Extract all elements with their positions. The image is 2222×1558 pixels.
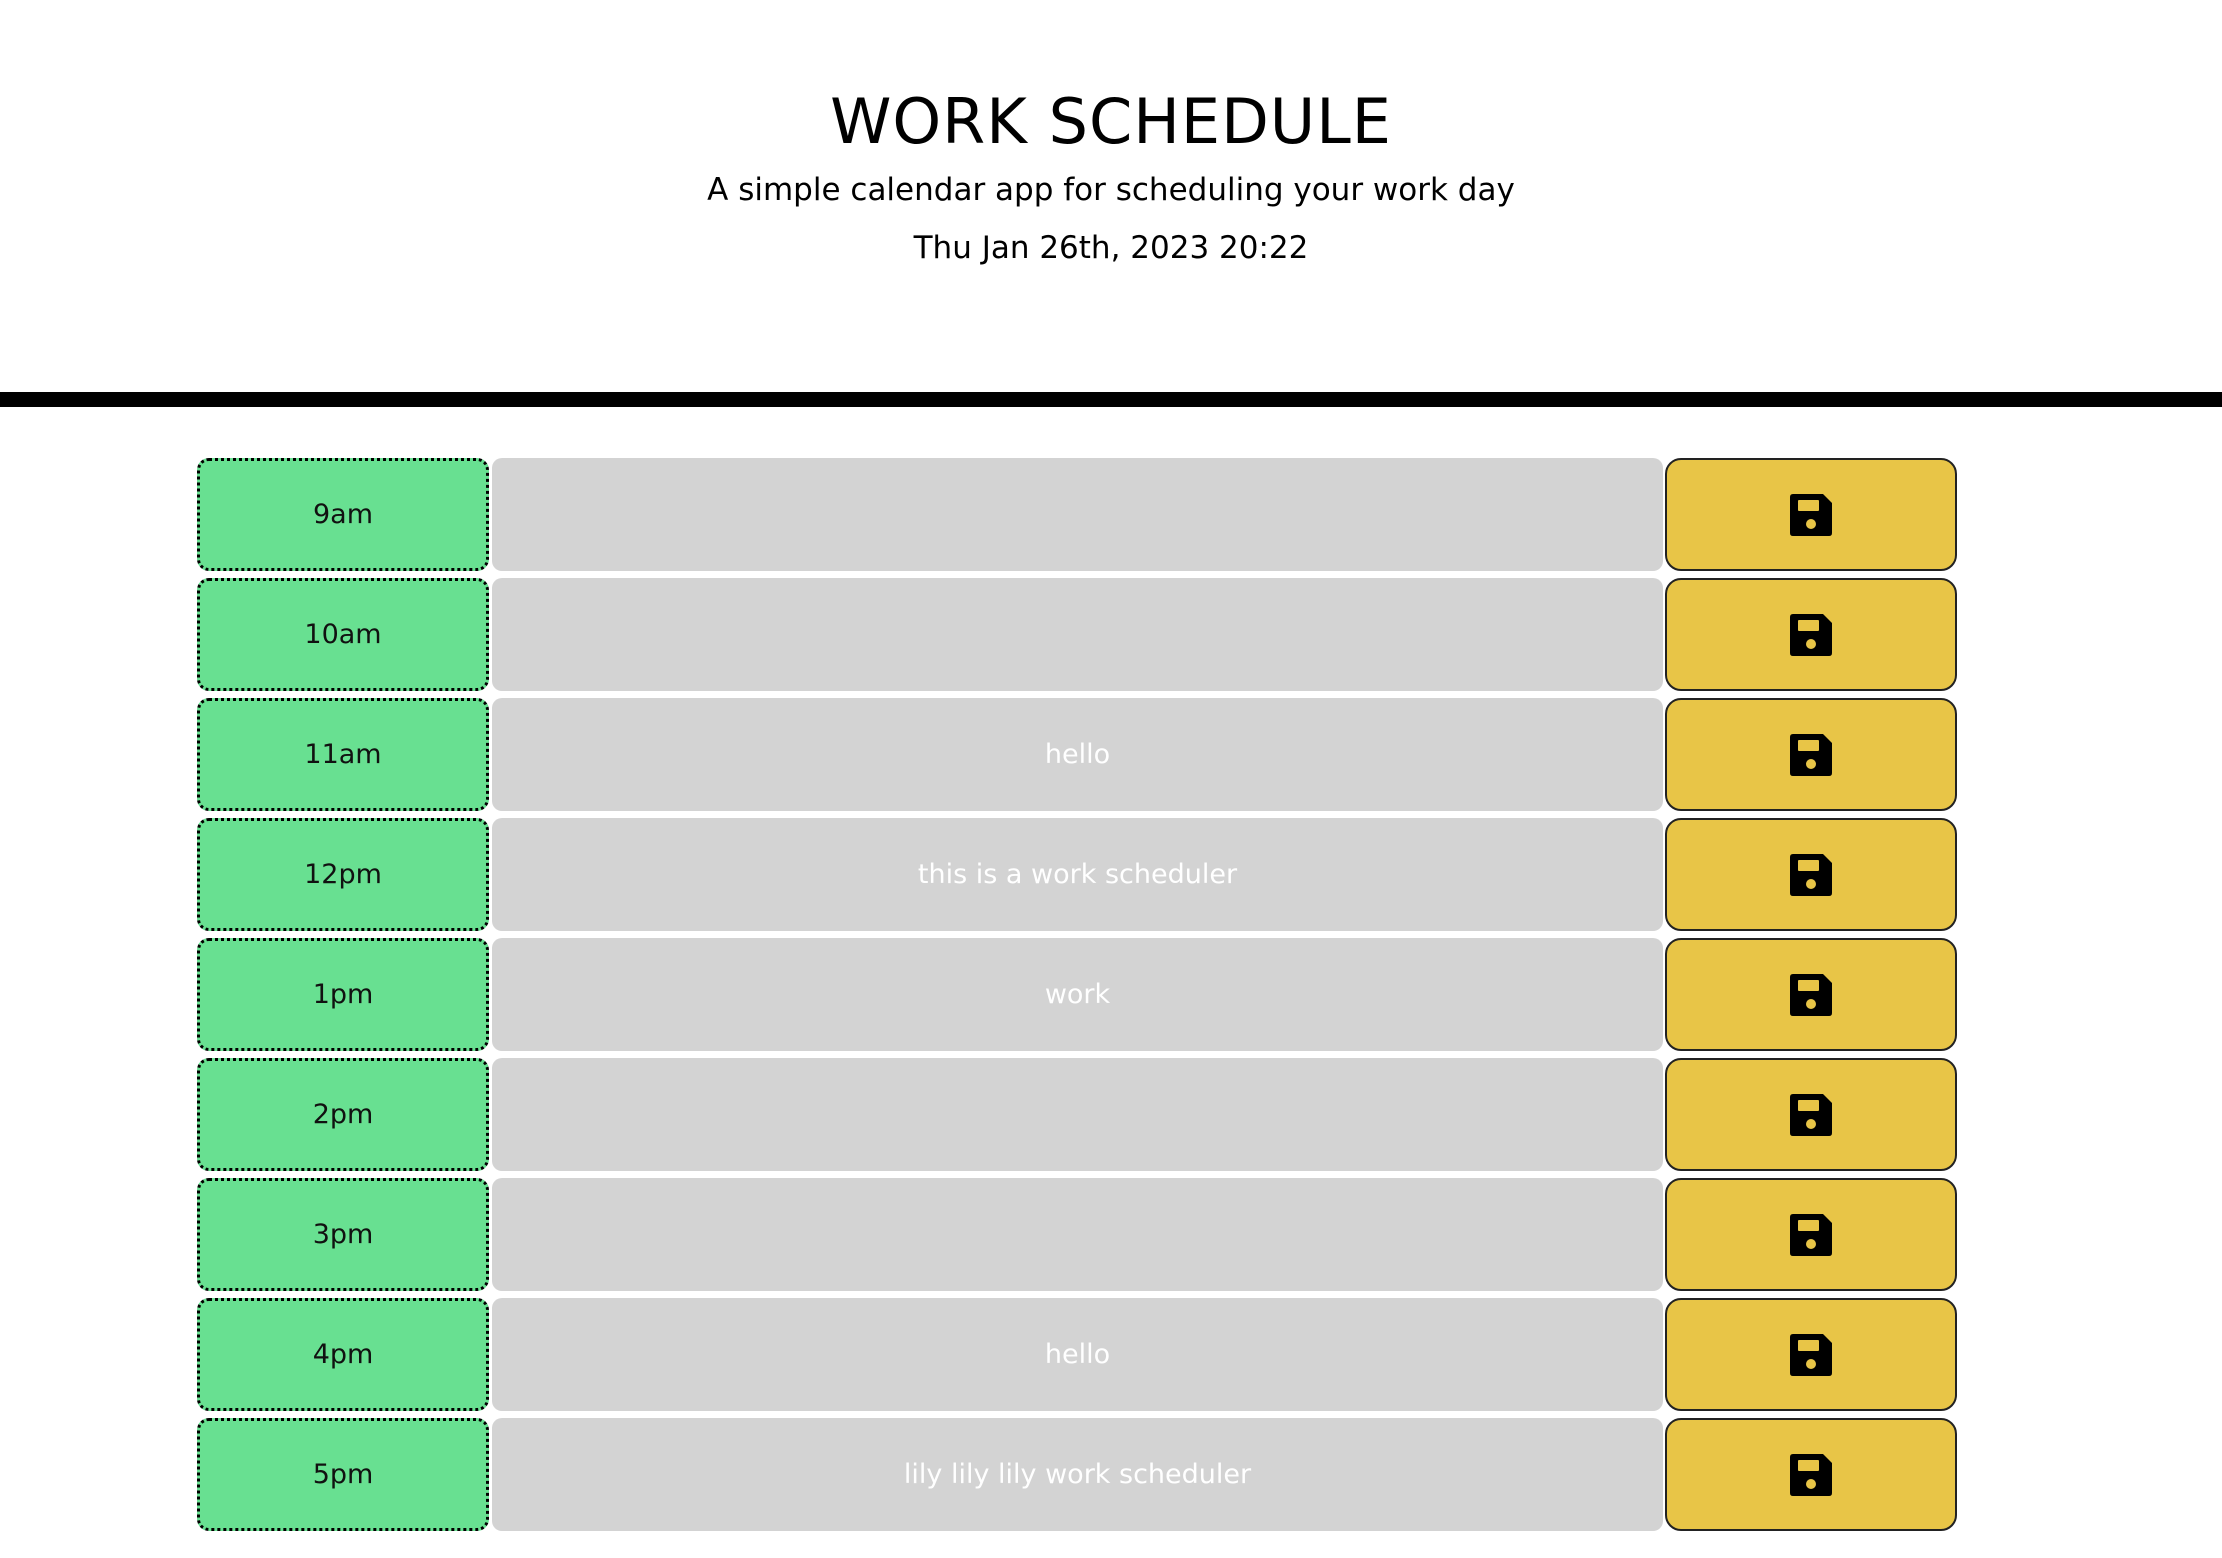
page-title: WORK SCHEDULE bbox=[830, 85, 1392, 158]
floppy-disk-icon bbox=[1790, 1093, 1832, 1136]
page-subtitle: A simple calendar app for scheduling you… bbox=[707, 172, 1515, 208]
save-button[interactable] bbox=[1665, 1418, 1957, 1531]
task-field[interactable]: hello bbox=[492, 1298, 1663, 1411]
save-button[interactable] bbox=[1665, 1298, 1957, 1411]
time-row: 9am bbox=[197, 458, 1957, 571]
save-button[interactable] bbox=[1665, 1178, 1957, 1291]
time-row: 4pm hello bbox=[197, 1298, 1957, 1411]
hour-label: 9am bbox=[197, 458, 489, 571]
floppy-disk-icon bbox=[1790, 973, 1832, 1016]
task-field[interactable] bbox=[492, 1178, 1663, 1291]
time-row: 10am bbox=[197, 578, 1957, 691]
task-field[interactable]: work bbox=[492, 938, 1663, 1051]
task-field[interactable] bbox=[492, 458, 1663, 571]
floppy-disk-icon bbox=[1790, 853, 1832, 896]
time-row: 11am hello bbox=[197, 698, 1957, 811]
task-field[interactable] bbox=[492, 578, 1663, 691]
floppy-disk-icon bbox=[1790, 1453, 1832, 1496]
floppy-disk-icon bbox=[1790, 1213, 1832, 1256]
hour-label: 12pm bbox=[197, 818, 489, 931]
time-row: 5pm lily lily lily work scheduler bbox=[197, 1418, 1957, 1531]
time-row: 3pm bbox=[197, 1178, 1957, 1291]
floppy-disk-icon bbox=[1790, 613, 1832, 656]
schedule: 9am 10am 11am hello 12pm this is a work … bbox=[197, 458, 1957, 1538]
floppy-disk-icon bbox=[1790, 493, 1832, 536]
hour-label: 3pm bbox=[197, 1178, 489, 1291]
hour-label: 4pm bbox=[197, 1298, 489, 1411]
hour-label: 10am bbox=[197, 578, 489, 691]
hour-label: 1pm bbox=[197, 938, 489, 1051]
save-button[interactable] bbox=[1665, 1058, 1957, 1171]
hour-label: 2pm bbox=[197, 1058, 489, 1171]
time-row: 1pm work bbox=[197, 938, 1957, 1051]
task-field[interactable] bbox=[492, 1058, 1663, 1171]
save-button[interactable] bbox=[1665, 698, 1957, 811]
task-field[interactable]: hello bbox=[492, 698, 1663, 811]
task-field[interactable]: lily lily lily work scheduler bbox=[492, 1418, 1663, 1531]
task-field[interactable]: this is a work scheduler bbox=[492, 818, 1663, 931]
save-button[interactable] bbox=[1665, 938, 1957, 1051]
floppy-disk-icon bbox=[1790, 1333, 1832, 1376]
floppy-disk-icon bbox=[1790, 733, 1832, 776]
current-date: Thu Jan 26th, 2023 20:22 bbox=[913, 230, 1309, 266]
time-row: 2pm bbox=[197, 1058, 1957, 1171]
header-divider bbox=[0, 392, 2222, 407]
hour-label: 5pm bbox=[197, 1418, 489, 1531]
hour-label: 11am bbox=[197, 698, 489, 811]
save-button[interactable] bbox=[1665, 578, 1957, 691]
save-button[interactable] bbox=[1665, 818, 1957, 931]
save-button[interactable] bbox=[1665, 458, 1957, 571]
time-row: 12pm this is a work scheduler bbox=[197, 818, 1957, 931]
header: WORK SCHEDULE A simple calendar app for … bbox=[0, 0, 2222, 393]
